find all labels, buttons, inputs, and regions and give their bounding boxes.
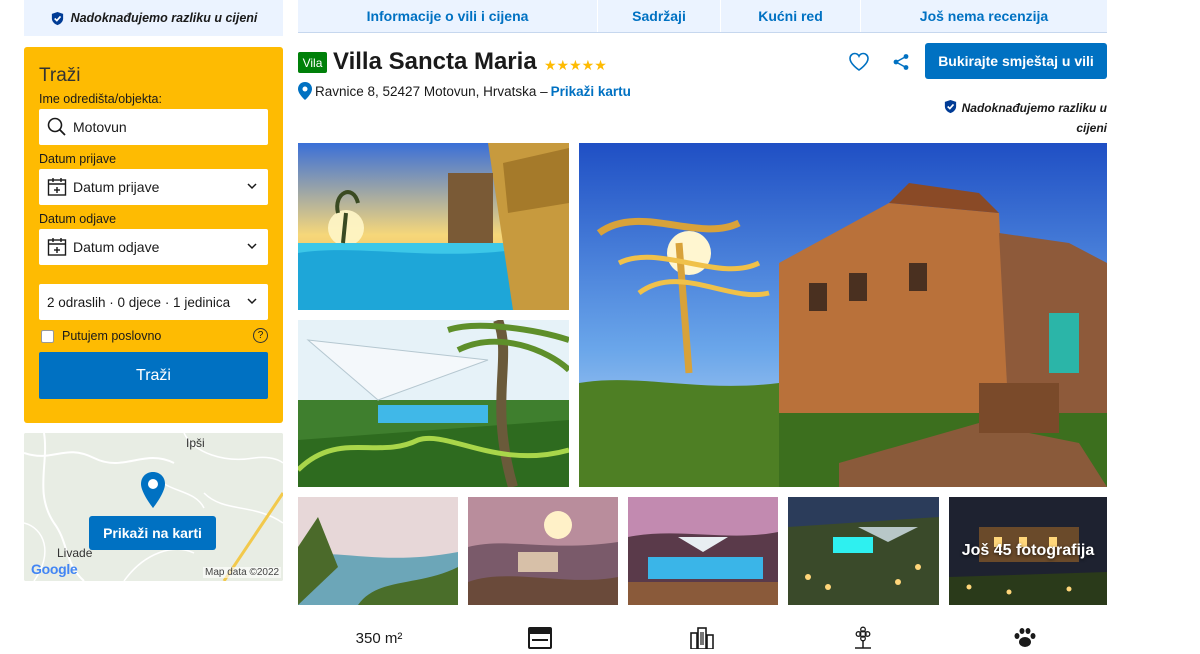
share-icon[interactable] [892, 53, 910, 71]
pets-paw-icon [1011, 626, 1039, 650]
checkin-label: Datum prijave [39, 152, 117, 166]
calendar-icon [47, 178, 67, 196]
search-panel: Traži Ime odredišta/objekta: Motovun Dat… [24, 47, 283, 423]
photo-pool-sunset[interactable] [298, 143, 569, 310]
tab-info-price[interactable]: Informacije o vili i cijena [298, 0, 598, 32]
photo-image [788, 497, 939, 605]
business-checkbox[interactable] [41, 329, 54, 343]
photo-image [468, 497, 618, 605]
business-travel-row: Putujem poslovno ? [39, 327, 268, 345]
map-data-attribution: Map data ©2022 [203, 567, 282, 578]
photo-image [579, 143, 1107, 487]
price-match-text: Nadoknađujemo razliku u cijeni [70, 11, 258, 25]
show-on-map-button[interactable]: Prikaži na karti [89, 516, 216, 550]
destination-input[interactable]: Motovun [39, 109, 268, 145]
search-button[interactable]: Traži [39, 352, 268, 399]
property-title: Villa Sancta Maria [333, 48, 537, 75]
photo-image [298, 320, 569, 487]
map-pin-icon [141, 472, 165, 508]
area-size: 350 m² [355, 629, 403, 647]
map-preview[interactable]: Ipši Livade Prikaži na karti Google Map … [24, 433, 283, 581]
heart-icon[interactable] [848, 52, 870, 72]
google-logo: Google [31, 561, 78, 577]
business-label[interactable]: Putujem poslovno [62, 329, 161, 343]
photo-villa-main[interactable] [579, 143, 1107, 487]
book-button[interactable]: Bukirajte smještaj u vili [925, 43, 1107, 79]
photo-thumb-pool-evening[interactable] [628, 497, 778, 605]
property-address: Ravnice 8, 52427 Motovun, Hrvatska – Pri… [298, 82, 631, 100]
kitchen-icon [526, 626, 554, 650]
price-match-banner[interactable]: Nadoknađujemo razliku u cijeni [24, 0, 283, 36]
photo-thumb-sunset[interactable] [468, 497, 618, 605]
garden-flower-icon [849, 626, 877, 650]
property-type-badge: Vila [298, 52, 327, 73]
tab-house-rules[interactable]: Kućni red [721, 0, 861, 32]
calendar-icon [47, 238, 67, 256]
chevron-down-icon [247, 243, 257, 250]
search-title: Traži [39, 65, 81, 86]
tab-facilities[interactable]: Sadržaji [598, 0, 721, 32]
photo-image [628, 497, 778, 605]
tab-reviews[interactable]: Još nema recenzija [861, 0, 1107, 32]
photo-thumb-night-pool[interactable] [788, 497, 939, 605]
photo-image [298, 497, 458, 605]
photo-thumb-more[interactable]: Još 45 fotografija [949, 497, 1107, 605]
address-text: Ravnice 8, 52427 Motovun, Hrvatska – [315, 83, 548, 99]
checkin-placeholder: Datum prijave [73, 179, 160, 195]
show-map-link[interactable]: Prikaži kartu [551, 84, 631, 99]
checkout-label: Datum odjave [39, 212, 117, 226]
property-tabs: Informacije o vili i cijena Sadržaji Kuć… [298, 0, 1107, 33]
photo-thumb-landscape[interactable] [298, 497, 458, 605]
checkout-input[interactable]: Datum odjave [39, 229, 268, 265]
chevron-down-icon [247, 183, 257, 190]
shield-check-icon [945, 99, 957, 114]
price-match-note[interactable]: Nadoknađujemo razliku u cijeni [920, 98, 1107, 138]
search-icon [47, 117, 66, 136]
chevron-down-icon [247, 298, 257, 305]
price-match-line2: cijeni [1076, 121, 1107, 135]
help-icon[interactable]: ? [253, 328, 268, 343]
destination-value: Motovun [73, 119, 127, 135]
city-view-icon [688, 626, 716, 650]
star-rating: ★★★★★ [544, 57, 607, 73]
checkout-placeholder: Datum odjave [73, 239, 160, 255]
map-place-livade: Livade [57, 546, 93, 560]
photo-garden-sails[interactable] [298, 320, 569, 487]
shield-check-icon [51, 11, 63, 25]
map-place-ipsi: Ipši [186, 436, 205, 450]
guests-select[interactable]: 2 odraslih · 0 djece · 1 jedinica [39, 284, 268, 320]
location-pin-icon [298, 82, 312, 100]
destination-label: Ime odredišta/objekta: [39, 92, 162, 106]
price-match-line1: Nadoknađujemo razliku u [961, 101, 1107, 115]
checkin-input[interactable]: Datum prijave [39, 169, 268, 205]
guests-value: 2 odraslih · 0 djece · 1 jedinica [47, 294, 231, 310]
more-photos-label[interactable]: Još 45 fotografija [949, 497, 1107, 605]
photo-image [298, 143, 569, 310]
